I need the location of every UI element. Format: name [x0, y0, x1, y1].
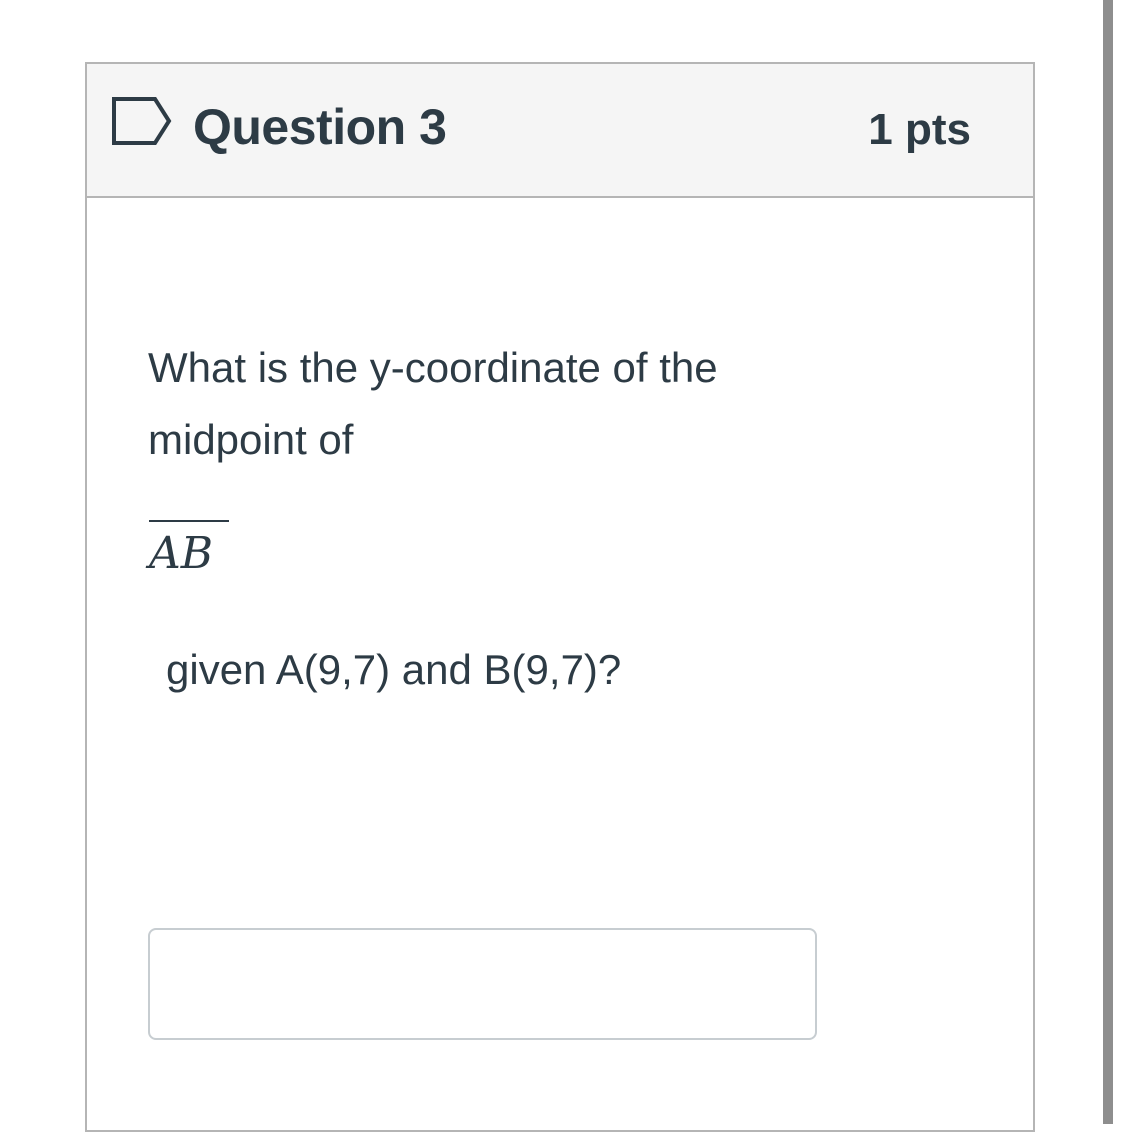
- flag-outline-icon[interactable]: [111, 96, 173, 146]
- question-title: Question 3: [193, 99, 447, 155]
- segment-overline: [149, 520, 229, 522]
- answer-input[interactable]: [148, 928, 817, 1040]
- segment-label: AB: [149, 528, 214, 579]
- question-card: Question 3 1 pts What is the y-coordinat…: [85, 62, 1035, 1132]
- question-points: 1 pts: [868, 105, 971, 154]
- page-scrollbar[interactable]: [1103, 0, 1113, 1124]
- question-header: Question 3 1 pts: [87, 64, 1033, 198]
- question-prompt: What is the y-coordinate of the midpoint…: [148, 344, 718, 463]
- question-given: given A(9,7) and B(9,7)?: [166, 646, 622, 693]
